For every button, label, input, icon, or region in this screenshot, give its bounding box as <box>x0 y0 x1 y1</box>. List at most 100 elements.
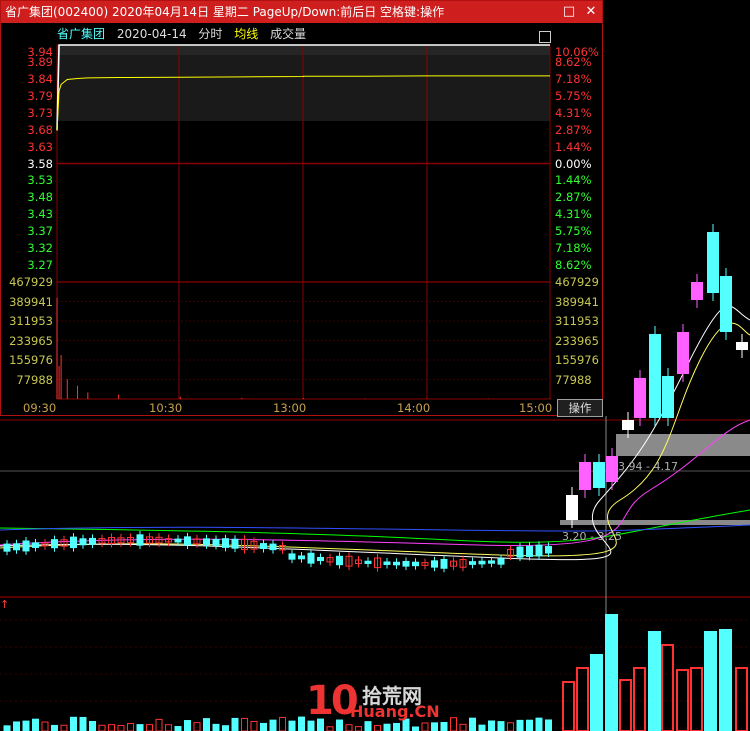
candle <box>231 538 239 549</box>
volume-axis-label: 155976 <box>9 353 53 367</box>
volume-bar <box>478 724 486 731</box>
candle <box>79 538 87 546</box>
candle <box>32 542 39 548</box>
candle <box>212 538 220 546</box>
pct-axis-label: 4.31% <box>555 207 592 222</box>
volume-bar <box>661 644 674 731</box>
candle <box>203 538 210 546</box>
volume-bar <box>89 720 96 731</box>
volume-bar <box>51 724 58 731</box>
candle <box>174 538 182 543</box>
candle <box>545 546 552 554</box>
price-axis-label: 3.37 <box>27 224 53 239</box>
volume-bar <box>516 719 524 731</box>
candle <box>579 462 591 490</box>
volume-bar <box>22 720 30 731</box>
candle <box>478 560 486 565</box>
candle <box>707 232 719 293</box>
candle <box>649 334 661 418</box>
candle <box>184 536 191 546</box>
volume-bar <box>269 719 277 731</box>
candle <box>402 560 410 567</box>
volume-bar <box>562 681 575 731</box>
volume-bar <box>704 631 717 731</box>
volume-bar <box>469 717 476 731</box>
candle <box>260 543 267 549</box>
volume-bar <box>155 718 163 731</box>
candle <box>606 456 618 482</box>
pct-axis-label: 5.75% <box>555 224 592 239</box>
volume-bar <box>545 719 552 731</box>
price-axis-label: 3.84 <box>27 71 53 86</box>
time-axis-label: 14:00 <box>397 401 431 415</box>
volume-bar <box>488 720 495 731</box>
volume-axis-label: 233965 <box>9 333 53 348</box>
candle <box>70 536 77 549</box>
intraday-popup-window[interactable]: 省广集团(002400) 2020年04月14日 星期二 PageUp/Down… <box>0 0 603 417</box>
volume-bar <box>690 667 703 731</box>
candle <box>393 561 400 566</box>
time-axis-label: 10:30 <box>149 401 183 415</box>
watermark-number: 10 <box>306 678 359 724</box>
volume-axis-label: 389941 <box>9 294 53 309</box>
candle <box>288 553 296 560</box>
candle <box>720 276 732 332</box>
pct-axis-label: 2.87% <box>555 122 592 137</box>
candle <box>89 537 96 545</box>
candle <box>336 555 343 566</box>
volume-bar <box>431 722 438 731</box>
price-axis-label: 3.63 <box>27 139 53 154</box>
candle <box>431 560 438 568</box>
volume-bar <box>32 718 39 731</box>
pct-axis-label: 8.62% <box>555 54 592 69</box>
candle <box>593 462 605 488</box>
volume-bar <box>526 719 533 731</box>
candle <box>516 546 524 558</box>
volume-bar <box>241 717 248 731</box>
volume-bar <box>136 724 144 731</box>
volume-bar <box>279 716 286 731</box>
volume-bar <box>507 722 514 731</box>
candle <box>412 561 419 567</box>
volume-bar <box>288 720 296 731</box>
candle <box>383 561 391 565</box>
volume-bar <box>535 717 543 731</box>
candle <box>298 555 305 560</box>
candle <box>269 543 277 551</box>
volume-bar <box>184 720 191 731</box>
candle <box>13 543 20 551</box>
candle <box>488 560 495 564</box>
volume-bar <box>648 631 661 731</box>
pct-axis-label: 8.62% <box>555 258 592 273</box>
ma-line-blue <box>0 524 750 532</box>
volume-bar <box>326 726 334 731</box>
lower-range-label: 3.20 - 3.25 <box>562 530 622 543</box>
candle <box>691 282 703 300</box>
action-button[interactable]: 操作 <box>557 399 603 417</box>
pct-axis-label: 4.31% <box>555 105 592 120</box>
pct-axis-label: 2.87% <box>555 190 592 205</box>
price-axis-label: 3.73 <box>27 105 53 120</box>
candle <box>136 534 144 546</box>
volume-axis-label: 311953 <box>555 314 599 328</box>
price-axis-label: 3.89 <box>27 54 53 69</box>
volume-bar <box>70 716 77 731</box>
volume-axis-label: 467929 <box>555 275 599 289</box>
time-axis-label: 09:30 <box>23 401 57 415</box>
volume-axis-label: 467929 <box>9 275 53 289</box>
volume-bar <box>3 725 11 731</box>
resistance-band <box>616 434 750 456</box>
volume-axis-label: 155976 <box>555 353 599 367</box>
volume-bar <box>127 722 134 731</box>
candle <box>222 538 229 548</box>
pct-axis-label: 1.44% <box>555 139 592 154</box>
volume-bar <box>13 721 20 731</box>
volume-bar <box>450 717 457 731</box>
volume-bar <box>231 717 239 731</box>
volume-bar <box>383 723 391 731</box>
candle <box>3 543 11 552</box>
price-axis-label: 3.43 <box>27 207 53 222</box>
volume-bar <box>298 716 305 731</box>
volume-axis-label: 389941 <box>555 294 599 309</box>
price-axis-label: 3.79 <box>27 88 53 103</box>
